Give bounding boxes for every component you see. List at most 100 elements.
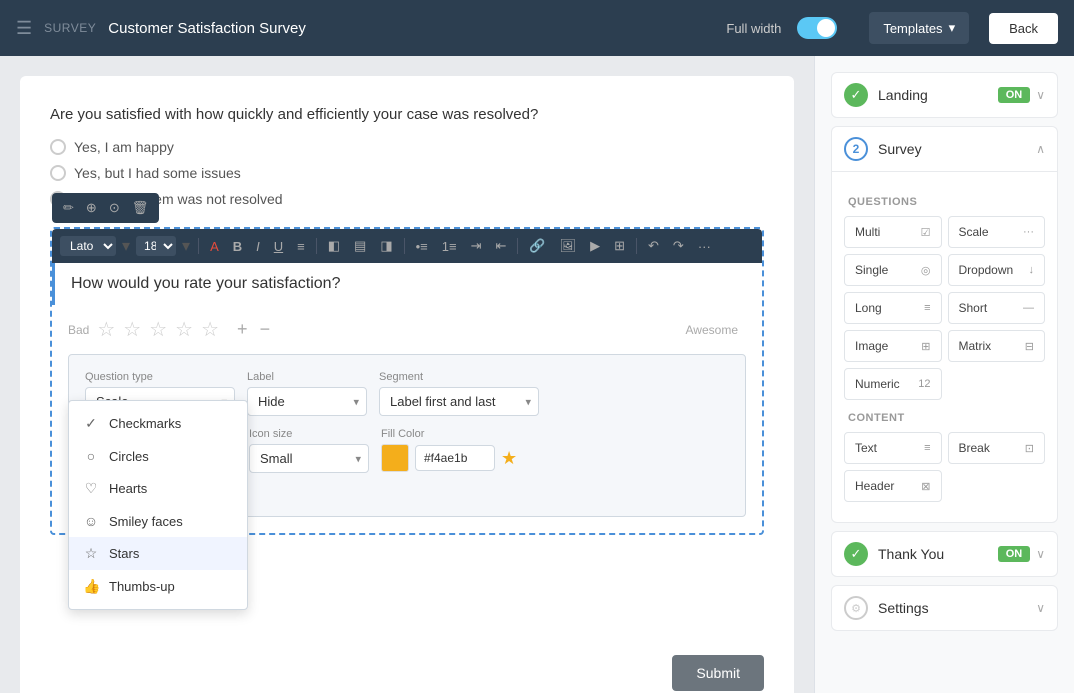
up-icon-btn[interactable]: ⊙ [104,197,125,219]
redo-btn[interactable]: ↷ [668,235,689,257]
list-btn[interactable]: ≡ [292,236,310,257]
circles-icon: ○ [83,448,99,464]
dropdown-item-thumbsup[interactable]: 👍 Thumbs-up [69,570,247,603]
undo-btn[interactable]: ↶ [643,235,664,257]
submit-button[interactable]: Submit [672,655,764,691]
image-btn[interactable]: 🖼 [555,235,582,257]
question-input-text: How would you rate your satisfaction? [71,275,340,292]
edit-icon-btn[interactable]: ✏ [58,197,79,219]
dropdown-label-checkmarks: Checkmarks [109,416,181,431]
ordered-list-btn[interactable]: 1≡ [437,236,462,257]
star-1[interactable]: ☆ [97,317,115,342]
q-btn-scale[interactable]: Scale ··· [948,216,1046,248]
q-btn-short[interactable]: Short — [948,292,1046,324]
q-btn-image[interactable]: Image ⊞ [844,330,942,362]
full-width-toggle-wrap: Full width [726,17,837,39]
segment-select[interactable]: Label first and last [379,387,539,416]
q-btn-break[interactable]: Break ⊡ [948,432,1046,464]
font-color-btn[interactable]: A [205,236,224,257]
multi-label: Multi [855,225,880,239]
add-icon-btn[interactable]: ⊕ [81,197,102,219]
delete-icon-btn[interactable]: 🗑 [127,197,154,219]
survey-section-body: Questions Multi ☑ Scale ··· Single ◎ Dro… [831,171,1058,523]
landing-chevron-icon: ∨ [1036,88,1045,102]
chevron-down-icon: ▾ [949,20,956,36]
q-btn-single[interactable]: Single ◎ [844,254,942,286]
source-btn[interactable]: ⊞ [609,235,630,257]
bold-btn[interactable]: B [228,236,247,257]
dropdown-item-hearts[interactable]: ♡ Hearts [69,472,247,505]
right-panel: ✓ Landing ON ∨ 2 Survey ∧ Questions Mult… [814,56,1074,693]
sidebar-item-landing[interactable]: ✓ Landing ON ∨ [831,72,1058,118]
font-size-select[interactable]: 18 [136,236,176,256]
image-label: Image [855,339,888,353]
align-center-btn[interactable]: ▤ [349,235,371,257]
align-left-btn[interactable]: ◧ [323,235,345,257]
star-3[interactable]: ☆ [149,317,167,342]
q-btn-header[interactable]: Header ⊠ [844,470,942,502]
color-hex-input[interactable]: #f4ae1b [415,445,495,471]
questions-grid: Multi ☑ Scale ··· Single ◎ Dropdown ↓ Lo… [844,216,1045,400]
underline-btn[interactable]: U [269,236,288,257]
full-width-toggle[interactable] [797,17,837,39]
settings-label: Settings [878,600,929,616]
align-right-btn[interactable]: ◨ [375,235,397,257]
questions-section-label: Questions [848,196,1045,208]
more-btn[interactable]: ··· [693,236,716,257]
star-4[interactable]: ☆ [175,317,193,342]
content-section-label: Content [848,412,1045,424]
q-btn-text[interactable]: Text ≡ [844,432,942,464]
color-swatch[interactable] [381,444,409,472]
back-button[interactable]: Back [989,13,1058,44]
dropdown-icon: ↓ [1029,264,1035,276]
content-grid: Text ≡ Break ⊡ Header ⊠ [844,432,1045,502]
video-btn[interactable]: ▶ [585,235,605,257]
star-2[interactable]: ☆ [123,317,141,342]
menu-icon[interactable]: ☰ [16,18,32,39]
dropdown-item-stars[interactable]: ☆ Stars [69,537,247,570]
survey-card: Are you satisfied with how quickly and e… [20,76,794,693]
short-label: Short [959,301,988,315]
break-icon: ⊡ [1025,442,1034,455]
long-label: Long [855,301,882,315]
long-icon: ≡ [924,302,930,314]
segment-field: Segment Label first and last [379,371,539,416]
color-star-icon: ★ [501,448,517,469]
italic-btn[interactable]: I [251,236,265,257]
link-btn[interactable]: 🔗 [524,235,550,257]
label-select[interactable]: Hide [247,387,367,416]
radio-circle-2 [50,165,66,181]
question-input-area[interactable]: How would you rate your satisfaction? [52,263,762,305]
radio-option-2: Yes, but I had some issues [50,165,764,181]
icon-size-field: Icon size Small [249,428,369,473]
icon-size-select[interactable]: Small [249,444,369,473]
indent-btn[interactable]: ⇥ [466,235,487,257]
floating-toolbar: ✏ ⊕ ⊙ 🗑 [52,193,159,223]
q-btn-matrix[interactable]: Matrix ⊟ [948,330,1046,362]
outdent-btn[interactable]: ⇤ [491,235,512,257]
bullet-list-btn[interactable]: •≡ [411,236,433,257]
settings-spinner-icon: ⚙ [844,596,868,620]
q-btn-multi[interactable]: Multi ☑ [844,216,942,248]
sidebar-item-thankyou[interactable]: ✓ Thank You ON ∨ [831,531,1058,577]
scale-bad-label: Bad [68,323,89,337]
templates-button[interactable]: Templates ▾ [869,12,969,44]
fill-color-label: Fill Color [381,428,517,440]
star-5[interactable]: ☆ [201,317,219,342]
dropdown-item-circles[interactable]: ○ Circles [69,440,247,472]
font-family-select[interactable]: Lato [60,236,116,256]
q-btn-numeric[interactable]: Numeric 12 [844,368,942,400]
q-btn-dropdown[interactable]: Dropdown ↓ [948,254,1046,286]
survey-label: Survey [878,141,922,157]
dropdown-item-smiley[interactable]: ☺ Smiley faces [69,505,247,537]
sidebar-item-settings[interactable]: ⚙ Settings ∨ [831,585,1058,631]
q-btn-long[interactable]: Long ≡ [844,292,942,324]
numeric-label: Numeric [855,377,900,391]
text-label: Text [855,441,877,455]
add-star-btn[interactable]: + [237,319,248,340]
stars-icon-dd: ☆ [83,545,99,562]
question-type-label: Question type [85,371,235,383]
dropdown-item-checkmarks[interactable]: ✓ Checkmarks [69,407,247,440]
remove-star-btn[interactable]: − [260,319,271,340]
sidebar-item-survey[interactable]: 2 Survey ∧ [831,126,1058,171]
